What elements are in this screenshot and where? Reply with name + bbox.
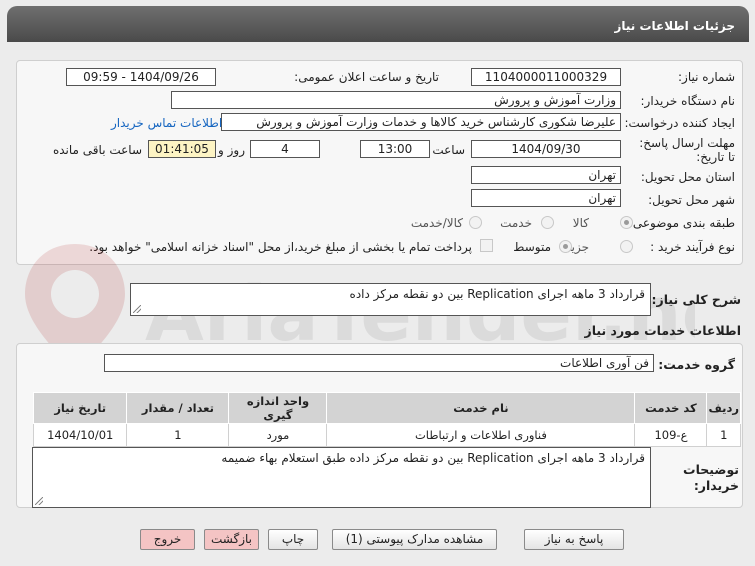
- col-qty-header: تعداد / مقدار: [126, 392, 230, 424]
- treasury-payment-checkbox[interactable]: [480, 239, 493, 252]
- process-medium-label: متوسط: [513, 240, 551, 254]
- cell-unit: مورد: [228, 423, 328, 447]
- buyer-notes-text: قرارداد 3 ماهه اجرای Replication بین دو …: [221, 451, 645, 465]
- days-label: روز و: [218, 143, 245, 157]
- attachments-button[interactable]: مشاهده مدارک پیوستی (1): [332, 529, 497, 550]
- services-table: ردیف کد خدمت نام خدمت واحد اندازه گیری ت…: [32, 392, 741, 447]
- category-goods-radio[interactable]: [620, 216, 633, 229]
- summary-label: شرح کلی نیاز:: [651, 292, 741, 307]
- buyer-org-field: وزارت آموزش و پرورش: [171, 91, 621, 109]
- creator-field: علیرضا شکوری کارشناس خرید کالاها و خدمات…: [221, 113, 621, 131]
- print-button[interactable]: چاپ: [268, 529, 318, 550]
- col-row-header: ردیف: [706, 392, 741, 424]
- back-button[interactable]: بازگشت: [204, 529, 259, 550]
- days-field: 4: [250, 140, 320, 158]
- resize-handle-icon[interactable]: [133, 305, 141, 313]
- reply-button[interactable]: پاسخ به نیاز: [524, 529, 624, 550]
- treasury-payment-note: پرداخت تمام یا بخشی از مبلغ خرید،از محل …: [89, 240, 472, 254]
- category-both-radio[interactable]: [469, 216, 482, 229]
- col-date-header: تاریخ نیاز: [32, 392, 128, 424]
- buyer-notes-label: توضیحات خریدار:: [683, 462, 739, 493]
- service-group-label: گروه خدمت:: [658, 357, 735, 372]
- deadline-date-field: 1404/09/30: [471, 140, 621, 158]
- col-code-header: کد خدمت: [634, 392, 708, 424]
- cell-qty: 1: [126, 423, 230, 447]
- deadline-label: مهلت ارسال پاسخ: تا تاریخ:: [639, 136, 735, 164]
- col-unit-header: واحد اندازه گیری: [228, 392, 328, 424]
- category-both-label: کالا/خدمت: [410, 216, 463, 230]
- summary-text: قرارداد 3 ماهه اجرای Replication بین دو …: [349, 287, 645, 301]
- contact-buyer-link[interactable]: اطلاعات تماس خریدار: [111, 116, 222, 130]
- creator-label: ایجاد کننده درخواست:: [624, 116, 735, 130]
- province-field: تهران: [471, 166, 621, 184]
- services-section-title: اطلاعات خدمات مورد نیاز: [584, 323, 742, 338]
- cell-code: ع-109: [634, 423, 708, 447]
- buyer-org-label: نام دستگاه خریدار:: [640, 94, 736, 108]
- col-name-header: نام خدمت: [326, 392, 636, 424]
- process-label: نوع فرآیند خرید :: [650, 240, 735, 254]
- deadline-time-label: ساعت: [432, 143, 465, 157]
- process-medium-radio[interactable]: [559, 240, 572, 253]
- need-number-label: شماره نیاز:: [678, 70, 735, 84]
- cell-name: فناوری اطلاعات و ارتباطات: [326, 423, 636, 447]
- process-minor-radio[interactable]: [620, 240, 633, 253]
- resize-handle-icon[interactable]: [35, 497, 43, 505]
- cell-row: 1: [706, 423, 741, 447]
- province-label: استان محل تحویل:: [640, 170, 735, 184]
- deadline-time-field: 13:00: [360, 140, 430, 158]
- category-service-label: خدمت: [500, 216, 532, 230]
- announce-field: 1404/09/26 - 09:59: [66, 68, 216, 86]
- category-label: طبقه بندی موضوعی:: [628, 216, 735, 230]
- category-goods-label: کالا: [572, 216, 589, 230]
- table-row: 1 ع-109 فناوری اطلاعات و ارتباطات مورد 1…: [32, 423, 741, 447]
- page-header: جزئیات اطلاعات نیاز: [7, 6, 749, 42]
- remaining-label: ساعت باقی مانده: [52, 143, 142, 157]
- table-header-row: ردیف کد خدمت نام خدمت واحد اندازه گیری ت…: [32, 392, 741, 424]
- exit-button[interactable]: خروج: [140, 529, 195, 550]
- category-service-radio[interactable]: [541, 216, 554, 229]
- page-title: جزئیات اطلاعات نیاز: [614, 19, 735, 33]
- city-field: تهران: [471, 189, 621, 207]
- remaining-time-field: 01:41:05: [148, 140, 216, 158]
- need-number-field: 1104000011000329: [471, 68, 621, 86]
- city-label: شهر محل تحویل:: [648, 193, 735, 207]
- buyer-notes-textarea: قرارداد 3 ماهه اجرای Replication بین دو …: [32, 447, 651, 508]
- summary-textarea: قرارداد 3 ماهه اجرای Replication بین دو …: [130, 283, 651, 316]
- announce-label: تاریخ و ساعت اعلان عمومی:: [294, 70, 439, 84]
- cell-date: 1404/10/01: [32, 423, 128, 447]
- service-group-field: فن آوری اطلاعات: [104, 354, 654, 372]
